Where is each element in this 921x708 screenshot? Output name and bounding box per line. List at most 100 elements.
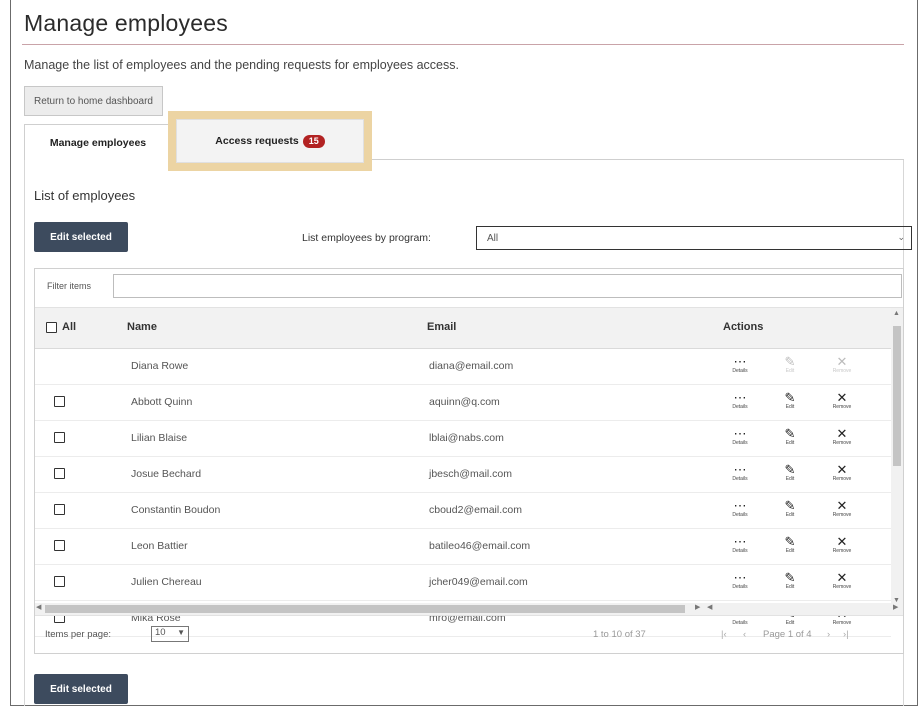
tab-access-requests[interactable]: Access requests 15 [176,119,364,163]
scroll-left-icon-2[interactable]: ◀ [707,603,712,611]
table-row[interactable]: Leon Battier batileo46@email.com ⋯ Details ✎… [35,529,891,565]
employee-email: batileo46@email.com [429,540,531,552]
remove-label: Remove [832,476,852,482]
scroll-right-icon-2[interactable]: ▶ [893,603,898,611]
edit-label: Edit [785,476,795,482]
pager: Items per page: 10 ▼ 1 to 10 of 37 |‹ ‹ … [35,615,903,653]
details-label: Details [732,368,748,374]
column-name[interactable]: Name [127,321,157,333]
table-row[interactable]: Diana Rowe diana@email.com ⋯ Details ✎ Edit ✕ R… [35,349,891,385]
request-count-badge: 15 [302,134,325,148]
table-row[interactable]: Josue Bechard jbesch@mail.com ⋯ Details ✎ Edi… [35,457,891,493]
remove-label: Remove [832,584,852,590]
row-checkbox[interactable] [54,540,65,551]
remove-label: Remove [832,368,852,374]
edit-pencil-icon: ✎ [784,570,796,585]
details-icon: ⋯ [733,570,747,585]
scroll-left-icon[interactable]: ◀ [36,603,41,611]
employee-name: Josue Bechard [131,468,202,480]
row-checkbox[interactable] [54,576,65,587]
tab-label: Access requests [215,135,299,147]
remove-x-icon: ✕ [836,390,848,405]
prev-page-icon[interactable]: ‹ [743,629,746,640]
edit-pencil-icon: ✎ [784,498,796,513]
details-label: Details [732,512,748,518]
column-email[interactable]: Email [427,321,456,333]
remove-button[interactable]: ✕Remove [827,571,857,595]
remove-button[interactable]: ✕Remove [827,535,857,559]
row-checkbox[interactable] [54,504,65,515]
scroll-right-icon[interactable]: ▶ [695,603,700,611]
edit-button[interactable]: ✎Edit [775,427,805,451]
program-filter-label: List employees by program: [302,232,431,244]
edit-button[interactable]: ✎Edit [775,571,805,595]
next-page-icon[interactable]: › [827,629,830,640]
edit-button[interactable]: ✎Edit [775,499,805,523]
page-title: Manage employees [24,10,228,36]
remove-button[interactable]: ✕Remove [827,427,857,451]
edit-selected-button-top[interactable]: Edit selected [34,222,128,252]
details-button[interactable]: ⋯Details [725,535,755,559]
edit-button[interactable]: ✎Edit [775,463,805,487]
edit-button[interactable]: ✎Edit [775,535,805,559]
employee-name: Abbott Quinn [131,396,193,408]
row-checkbox[interactable] [54,468,65,479]
remove-button[interactable]: ✕Remove [827,499,857,523]
remove-button[interactable]: ✕Remove [827,391,857,415]
filter-input[interactable] [113,274,902,298]
row-checkbox[interactable] [54,396,65,407]
employee-name: Lilian Blaise [131,432,188,444]
return-home-button[interactable]: Return to home dashboard [24,86,163,116]
scroll-up-icon[interactable]: ▲ [893,310,900,317]
details-button[interactable]: ⋯Details [725,427,755,451]
column-actions: Actions [723,321,764,333]
edit-selected-button-bottom[interactable]: Edit selected [34,674,128,704]
program-filter-select[interactable]: All ⌄ [476,226,912,250]
table-row[interactable]: Abbott Quinn aquinn@q.com ⋯ Details ✎ Edit ✕ Re… [35,385,891,421]
range-text: 1 to 10 of 37 [593,629,646,640]
details-label: Details [732,548,748,554]
last-page-icon[interactable]: ›| [843,629,849,640]
table-row[interactable]: Julien Chereau jcher049@email.com ⋯ Details… [35,565,891,601]
remove-x-icon: ✕ [836,426,848,441]
remove-x-icon: ✕ [836,462,848,477]
horizontal-scroll-thumb[interactable] [45,605,685,613]
vertical-scrollbar[interactable]: ▲ ▼ [891,308,903,606]
details-button[interactable]: ⋯Details [725,391,755,415]
edit-pencil-icon: ✎ [784,390,796,405]
first-page-icon[interactable]: |‹ [721,629,727,640]
horizontal-scrollbar[interactable]: ◀ ▶ ◀ ▶ [35,603,903,615]
chevron-down-icon: ▼ [177,628,185,637]
remove-button[interactable]: ✕Remove [827,463,857,487]
tab-manage-employees[interactable]: Manage employees [24,124,172,160]
employee-email: diana@email.com [429,360,514,372]
vertical-scroll-thumb[interactable] [893,326,901,466]
details-button[interactable]: ⋯Details [725,499,755,523]
edit-label: Edit [785,512,795,518]
edit-button[interactable]: ✎Edit [775,355,805,379]
edit-button[interactable]: ✎Edit [775,391,805,415]
details-button[interactable]: ⋯Details [725,355,755,379]
items-per-page-label: Items per page: [45,629,112,640]
row-checkbox[interactable] [54,432,65,443]
employee-email: aquinn@q.com [429,396,500,408]
edit-label: Edit [785,584,795,590]
details-icon: ⋯ [733,534,747,549]
remove-label: Remove [832,512,852,518]
items-per-page-select[interactable]: 10 ▼ [151,626,189,642]
details-label: Details [732,584,748,590]
details-icon: ⋯ [733,354,747,369]
details-button[interactable]: ⋯Details [725,463,755,487]
remove-label: Remove [832,404,852,410]
table-row[interactable]: Lilian Blaise lblai@nabs.com ⋯ Details ✎ Edit… [35,421,891,457]
details-icon: ⋯ [733,426,747,441]
details-button[interactable]: ⋯Details [725,571,755,595]
edit-label: Edit [785,440,795,446]
edit-label: Edit [785,548,795,554]
table-row[interactable]: Constantin Boudon cboud2@email.com ⋯ Detail… [35,493,891,529]
select-all-checkbox[interactable] [46,322,57,333]
page-text: Page 1 of 4 [763,629,812,640]
remove-button[interactable]: ✕Remove [827,355,857,379]
chevron-down-icon: ⌄ [897,232,905,242]
details-label: Details [732,476,748,482]
